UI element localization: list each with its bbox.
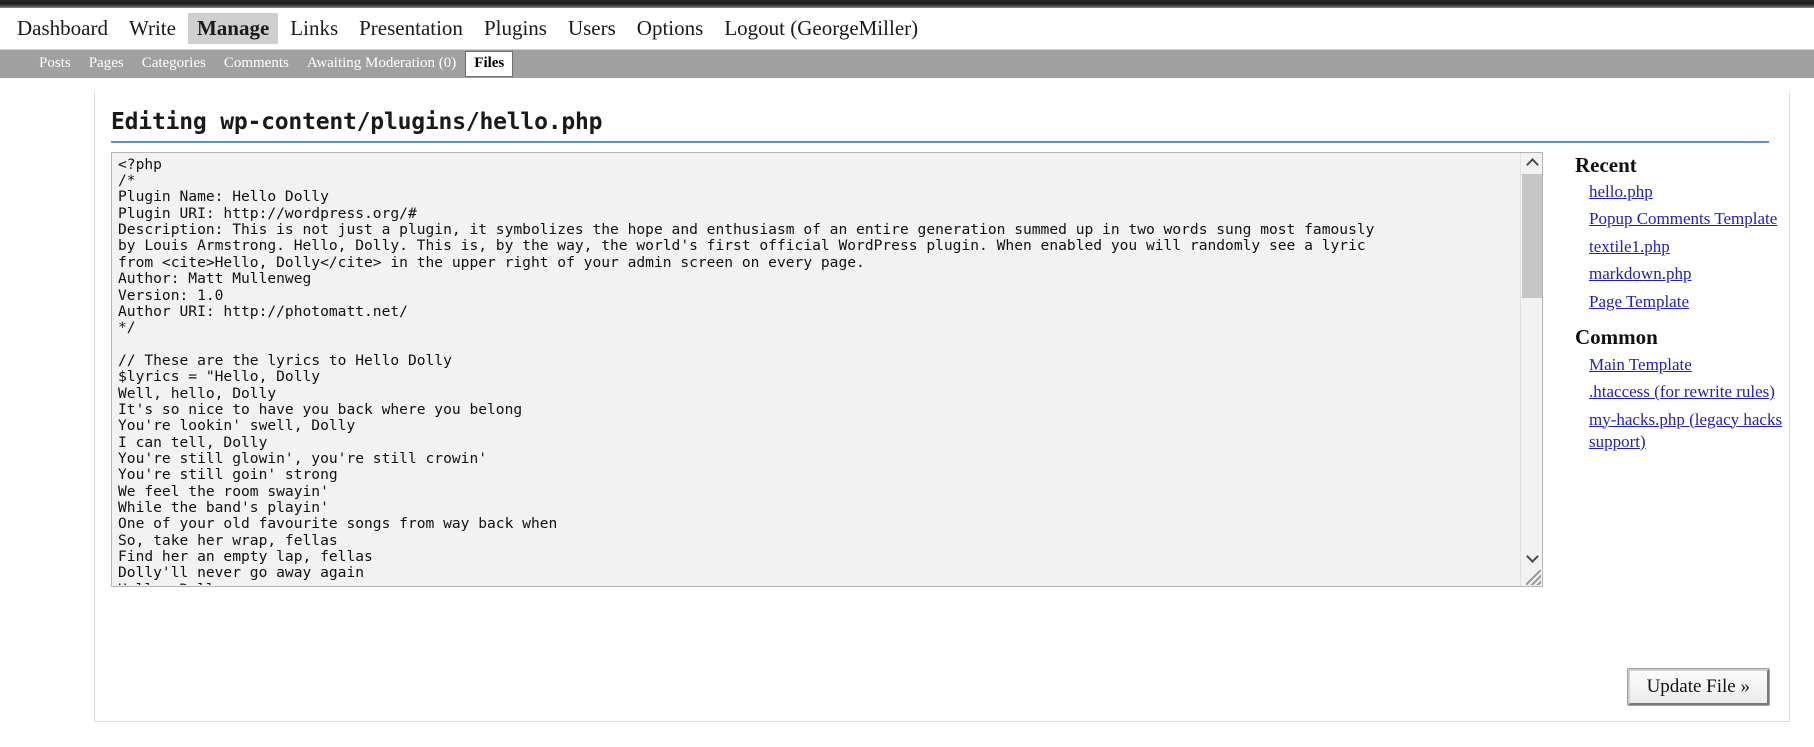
nav-item-dashboard[interactable]: Dashboard <box>8 13 117 43</box>
nav-item-plugins[interactable]: Plugins <box>475 13 556 43</box>
file-editor-textarea[interactable]: <?php /* Plugin Name: Hello Dolly Plugin… <box>111 151 1543 587</box>
list-item: Popup Comments Template <box>1589 208 1790 230</box>
subnav-item-posts[interactable]: Posts <box>30 51 80 77</box>
editor-vertical-scrollbar[interactable] <box>1520 152 1542 586</box>
subnav-item-categories[interactable]: Categories <box>133 51 215 77</box>
list-item: hello.php <box>1589 181 1790 203</box>
scroll-up-arrow-icon[interactable] <box>1521 153 1542 173</box>
file-link[interactable]: markdown.php <box>1589 264 1691 283</box>
nav-item-options[interactable]: Options <box>628 13 713 43</box>
update-file-button[interactable]: Update File » <box>1627 669 1769 705</box>
subnav-item-comments[interactable]: Comments <box>215 51 298 77</box>
scroll-down-arrow-icon[interactable] <box>1521 548 1542 568</box>
list-item: my-hacks.php (legacy hacks support) <box>1589 409 1790 454</box>
recent-file-list: hello.php Popup Comments Template textile1… <box>1575 181 1790 313</box>
subnav-item-files[interactable]: Files <box>465 51 514 77</box>
file-link[interactable]: Main Template <box>1589 355 1692 374</box>
file-path-label: wp-content/plugins/hello.php <box>220 109 603 135</box>
list-item: Main Template <box>1589 354 1790 376</box>
file-link[interactable]: Popup Comments Template <box>1589 209 1777 228</box>
page-body: Editing wp-content/plugins/hello.php <?p… <box>0 78 1814 747</box>
file-link[interactable]: .htaccess (for rewrite rules) <box>1589 382 1775 401</box>
editing-label: Editing <box>111 109 221 135</box>
content-panel: Editing wp-content/plugins/hello.php <?p… <box>94 92 1790 722</box>
textarea-resize-grip-icon[interactable] <box>1526 569 1541 585</box>
file-list-sidebar: Recent hello.php Popup Comments Template t… <box>1575 152 1790 459</box>
subnav-item-awaiting-moderation-0[interactable]: Awaiting Moderation (0) <box>298 51 465 77</box>
submit-row: Update File » <box>1627 669 1769 705</box>
file-link[interactable]: Page Template <box>1589 292 1689 311</box>
secondary-navigation: Posts Pages Categories Comments Awaiting Mod… <box>0 50 1814 78</box>
common-file-list: Main Template .htaccess (for rewrite rule… <box>1575 354 1790 454</box>
file-editor-content[interactable]: <?php /* Plugin Name: Hello Dolly Plugin… <box>118 157 1518 585</box>
nav-item-users[interactable]: Users <box>559 13 625 43</box>
scrollbar-thumb[interactable] <box>1522 173 1542 298</box>
subnav-item-pages[interactable]: Pages <box>80 51 133 77</box>
page-title: Editing wp-content/plugins/hello.php <box>111 108 1769 143</box>
nav-item-links[interactable]: Links <box>281 13 347 43</box>
nav-item-logout-georgemiller[interactable]: Logout (GeorgeMiller) <box>715 13 927 43</box>
common-heading: Common <box>1575 325 1658 350</box>
nav-item-write[interactable]: Write <box>120 13 185 43</box>
nav-item-manage[interactable]: Manage <box>187 13 279 44</box>
recent-heading: Recent <box>1575 152 1637 177</box>
editor-row: <?php /* Plugin Name: Hello Dolly Plugin… <box>111 151 1782 587</box>
list-item: Page Template <box>1589 291 1790 313</box>
list-item: .htaccess (for rewrite rules) <box>1589 381 1790 403</box>
file-link[interactable]: my-hacks.php (legacy hacks support) <box>1589 410 1782 451</box>
list-item: textile1.php <box>1589 236 1790 258</box>
primary-navigation: Dashboard Write Manage Links Presentation Plu… <box>0 8 1814 50</box>
file-link[interactable]: hello.php <box>1589 182 1653 201</box>
top-gradient-strip <box>0 0 1814 8</box>
list-item: markdown.php <box>1589 263 1790 285</box>
file-link[interactable]: textile1.php <box>1589 237 1670 256</box>
nav-item-presentation[interactable]: Presentation <box>350 13 472 43</box>
admin-page: Dashboard Write Manage Links Presentation Plu… <box>0 0 1814 747</box>
